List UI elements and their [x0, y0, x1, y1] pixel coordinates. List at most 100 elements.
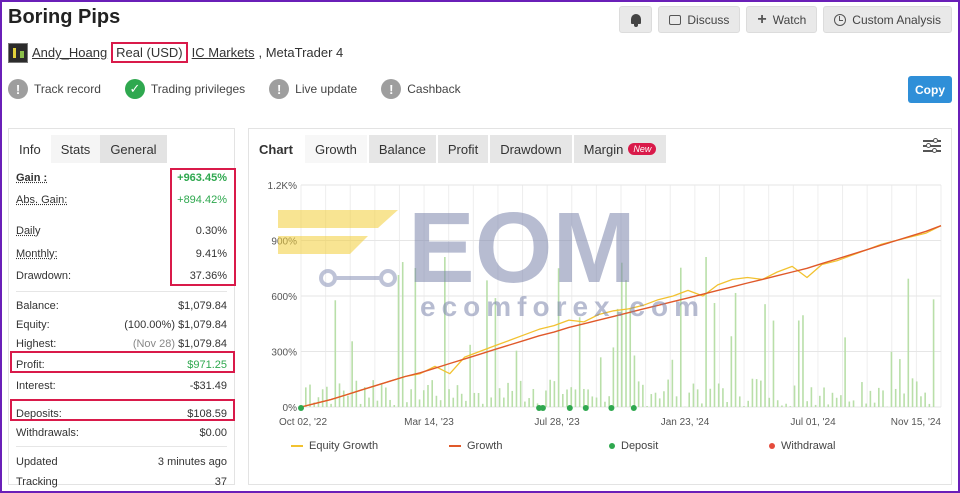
- tab-chart[interactable]: Chart: [249, 135, 303, 163]
- y-tick-label: 900%: [271, 237, 297, 248]
- profit-bar: [427, 384, 429, 407]
- profit-bar: [477, 392, 480, 407]
- profit-bar: [789, 406, 792, 407]
- profit-bar: [806, 401, 808, 407]
- exclamation-icon: !: [381, 79, 402, 99]
- x-tick-label: Jul 28, '23: [534, 417, 580, 428]
- profit-bar: [709, 388, 712, 407]
- profit-bar: [882, 390, 884, 407]
- tab-profit[interactable]: Profit: [437, 135, 489, 163]
- profit-bar: [608, 396, 610, 407]
- profit-bar: [797, 320, 800, 407]
- tab-stats[interactable]: Stats: [50, 135, 101, 163]
- profit-bar: [629, 308, 632, 407]
- sliders-icon[interactable]: [923, 138, 941, 154]
- badge-trading-privileges[interactable]: ✓ Trading privileges: [124, 79, 245, 99]
- badge-label: Live update: [295, 82, 358, 96]
- stat-equity: Equity: (100.00%) $1,079.84: [16, 315, 227, 334]
- new-badge: New: [628, 143, 657, 155]
- tab-info[interactable]: Info: [9, 135, 51, 163]
- stat-label[interactable]: Gain :: [16, 172, 47, 184]
- exclamation-icon: !: [8, 79, 28, 99]
- profit-bar: [566, 389, 568, 407]
- verification-badges: ! Track record ✓ Trading privileges ! Li…: [8, 79, 461, 99]
- profit-bar: [351, 341, 353, 407]
- broker-link[interactable]: IC Markets: [192, 45, 255, 60]
- watch-label: Watch: [772, 12, 807, 27]
- profit-bar: [363, 387, 366, 407]
- legend-withdrawal[interactable]: Withdrawal: [769, 440, 835, 452]
- badge-cashback[interactable]: ! Cashback: [381, 79, 461, 99]
- profit-bar: [465, 400, 467, 407]
- tab-general[interactable]: General: [100, 135, 167, 163]
- check-icon: ✓: [124, 79, 145, 99]
- stat-label[interactable]: Daily: [16, 225, 40, 237]
- custom-analysis-button[interactable]: Custom Analysis: [823, 6, 952, 33]
- notify-button[interactable]: [619, 6, 653, 33]
- tab-growth[interactable]: Growth: [304, 135, 367, 163]
- watch-button[interactable]: + Watch: [746, 6, 818, 33]
- stat-note: (Nov 28): [132, 337, 175, 350]
- profit-bar: [490, 397, 492, 407]
- profit-bar: [768, 397, 771, 407]
- stats-panel: Info Stats General Gain : +963.45% Abs. …: [8, 128, 236, 488]
- profit-bar: [675, 396, 678, 407]
- legend-equity[interactable]: Equity Growth: [291, 440, 449, 452]
- profit-bar: [835, 397, 838, 407]
- stat-label[interactable]: Abs. Gain:: [16, 194, 67, 206]
- stat-value: 0.30%: [195, 225, 227, 237]
- legend-label: Withdrawal: [781, 440, 836, 452]
- profit-bar: [376, 400, 379, 407]
- profit-bar: [650, 394, 653, 407]
- copy-button[interactable]: Copy: [908, 76, 952, 103]
- profit-bar: [633, 355, 636, 407]
- profit-bar: [848, 401, 851, 407]
- profit-bar: [646, 406, 648, 407]
- stat-value: +963.45%: [177, 172, 227, 184]
- profit-bar: [658, 398, 661, 407]
- profit-bar: [831, 392, 834, 407]
- profit-bar: [452, 397, 455, 407]
- stat-label[interactable]: Monthly:: [16, 248, 58, 260]
- profit-bar: [511, 390, 514, 407]
- profit-bar: [431, 380, 433, 407]
- growth-chart[interactable]: 0% 300% 600% 900% 1.2K% Oct 02, '22 Mar 14, '2…: [249, 169, 953, 439]
- profit-bar: [583, 388, 585, 407]
- user-link[interactable]: Andy_Hoang: [32, 45, 107, 60]
- legend-deposit[interactable]: Deposit: [609, 440, 769, 452]
- stat-value: $971.25: [187, 359, 227, 371]
- profit-bar: [696, 389, 699, 407]
- deposit-point: [608, 405, 615, 411]
- profit-bar: [726, 401, 728, 407]
- profit-bar: [755, 379, 758, 407]
- tab-drawdown[interactable]: Drawdown: [490, 135, 572, 163]
- profit-bar: [688, 392, 691, 407]
- profit-bar: [911, 378, 914, 407]
- stat-value: $0.00: [199, 427, 227, 439]
- discuss-button[interactable]: Discuss: [658, 6, 741, 33]
- legend-growth[interactable]: Growth: [449, 440, 609, 452]
- profit-bar: [456, 385, 459, 407]
- profit-bar: [730, 336, 733, 407]
- profit-bar: [460, 393, 463, 407]
- profit-bar: [894, 388, 897, 407]
- profit-bar: [545, 390, 547, 407]
- stat-value: $108.59: [187, 408, 227, 420]
- y-tick-label: 1.2K%: [268, 181, 298, 192]
- badge-live-update[interactable]: ! Live update: [269, 79, 357, 99]
- profit-bar: [844, 337, 846, 407]
- bell-icon: [630, 13, 642, 27]
- deposit-point: [539, 405, 546, 411]
- profit-bar: [840, 395, 842, 407]
- profit-bar: [861, 382, 863, 407]
- tab-margin[interactable]: Margin New: [573, 135, 667, 163]
- chart-panel: Chart Growth Balance Profit Drawdown Mar…: [248, 128, 952, 485]
- profit-bar: [928, 403, 931, 407]
- profit-bar: [309, 384, 311, 407]
- stat-label: Updated: [16, 456, 58, 468]
- badge-track-record[interactable]: ! Track record: [8, 79, 101, 99]
- tab-balance[interactable]: Balance: [368, 135, 436, 163]
- profit-bar: [498, 388, 501, 407]
- profit-bar: [380, 384, 383, 407]
- avatar[interactable]: [8, 42, 28, 63]
